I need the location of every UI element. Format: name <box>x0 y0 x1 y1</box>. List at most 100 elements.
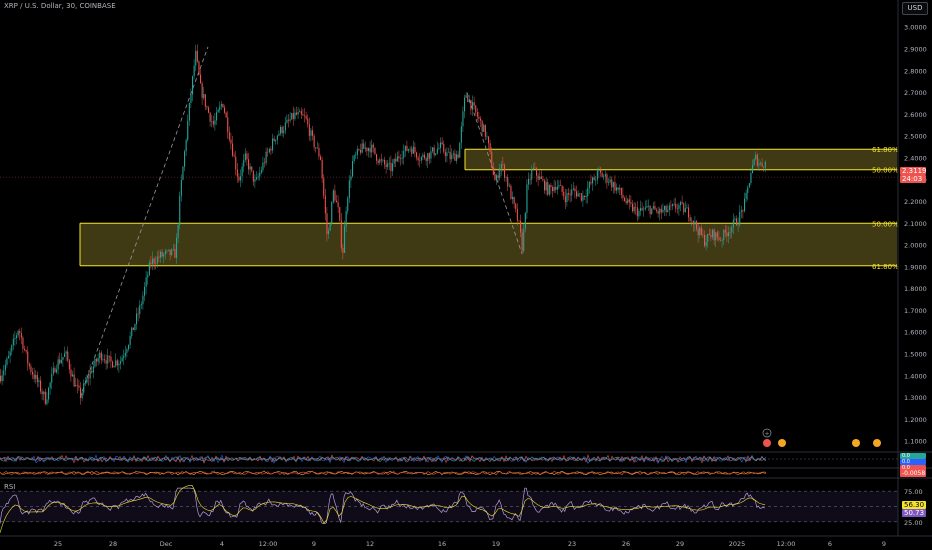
candle-326-body <box>521 232 523 252</box>
candle-195-body <box>312 130 314 136</box>
candle-225-body <box>360 150 362 153</box>
candle-220-body <box>352 161 354 177</box>
candle-328-body <box>524 212 526 230</box>
candle-113-body <box>180 179 182 196</box>
candle-330-body <box>528 178 530 185</box>
candle-47-body <box>75 384 77 387</box>
candle-138-body <box>220 104 222 107</box>
candle-150-body <box>240 176 242 181</box>
candle-215-body <box>344 226 346 253</box>
candle-10-body <box>16 335 18 338</box>
candle-114 <box>182 165 184 181</box>
fib-zone-0-top-label: 50.00% <box>872 220 899 228</box>
candle-214-body <box>342 247 344 253</box>
candle-91-body <box>145 277 147 287</box>
candle-473-body <box>756 154 758 166</box>
candle-288-body <box>460 126 462 143</box>
candle-190-body <box>304 115 306 117</box>
currency-button[interactable]: USD <box>902 2 928 15</box>
candle-373-body <box>596 170 598 180</box>
candle-42-body <box>67 351 69 361</box>
candle-232-body <box>371 144 373 153</box>
candle-59-body <box>94 358 96 367</box>
candle-431-body <box>689 217 691 221</box>
candle-443-body <box>708 233 710 235</box>
candle-400-body <box>640 208 642 212</box>
candle-153-body <box>244 153 246 161</box>
candle-321-body <box>513 196 515 204</box>
candle-3-body <box>4 364 6 371</box>
candle-56-body <box>89 370 91 379</box>
candle-257-body <box>411 148 413 154</box>
candle-196-body <box>313 135 315 148</box>
candle-197-body <box>315 147 317 149</box>
candle-173-body <box>276 135 278 140</box>
candle-356-body <box>569 194 571 196</box>
candle-194-body <box>310 130 312 136</box>
candle-158-body <box>252 170 254 182</box>
fib-zone-0 <box>80 223 897 266</box>
candle-119-body <box>190 94 192 103</box>
osc2-value: -0.0058 <box>900 470 926 477</box>
candle-389-body <box>622 194 624 198</box>
candle-93-body <box>148 262 150 276</box>
candle-334-body <box>534 167 536 169</box>
candle-245-body <box>392 163 394 172</box>
candle-45-body <box>72 374 74 377</box>
price-chart[interactable]: 50.00%61.80%61.80%50.00% 75.0050.0025.00… <box>0 0 932 550</box>
candle-345-body <box>552 187 554 192</box>
candle-317-body <box>507 177 509 187</box>
candle-160-body <box>256 177 258 180</box>
candle-326 <box>521 228 523 255</box>
candle-426-body <box>681 202 683 204</box>
candle-353-body <box>564 196 566 203</box>
candle-84-body <box>134 324 136 331</box>
candle-314-body <box>502 164 504 166</box>
candle-294-body <box>470 100 472 110</box>
candle-434-body <box>694 221 696 225</box>
candle-207-body <box>331 201 333 224</box>
candle-468-body <box>748 183 750 188</box>
candle-414-body <box>662 209 664 213</box>
candle-383-body <box>612 182 614 188</box>
candle-320-body <box>512 196 514 200</box>
candle-407-body <box>651 208 653 214</box>
price-tick-17: 1.3000 <box>904 394 927 402</box>
candle-189-body <box>302 114 304 116</box>
candle-319-body <box>510 185 512 200</box>
candle-260-body <box>416 152 418 158</box>
candle-27-body <box>43 391 45 395</box>
candle-270-body <box>432 147 434 152</box>
price-tick-9: 2.1000 <box>904 220 927 228</box>
symbol-title[interactable]: XRP / U.S. Dollar, 30, COINBASE <box>4 2 116 10</box>
candle-134-body <box>214 120 216 125</box>
candle-355-body <box>568 193 570 195</box>
candle-207 <box>331 201 333 226</box>
candle-148-body <box>236 169 238 177</box>
candle-202-body <box>323 178 325 196</box>
candle-208 <box>332 188 334 205</box>
rsi-value2-label: 50.73 <box>902 509 926 517</box>
time-tick-1: 28 <box>109 540 117 548</box>
candle-427-body <box>683 203 685 213</box>
candle-255-body <box>408 149 410 151</box>
rsi-title: RSI <box>4 483 16 491</box>
candle-183-body <box>292 113 294 119</box>
candle-451-body <box>721 240 723 241</box>
time-tick-13: 12:00 <box>777 540 796 548</box>
candle-378-body <box>604 174 606 177</box>
current-price-label: 2.3119 <box>900 167 927 175</box>
candle-169-body <box>270 148 272 151</box>
candle-168-body <box>268 148 270 153</box>
candle-381-body <box>609 179 611 183</box>
price-tick-18: 1.2000 <box>904 416 927 424</box>
candle-212-body <box>339 207 341 221</box>
candle-216-body <box>345 211 347 227</box>
candle-163-body <box>260 170 262 173</box>
candle-83 <box>132 327 134 331</box>
candle-234 <box>374 147 376 156</box>
candle-411-body <box>657 210 659 214</box>
candle-459-body <box>734 218 736 220</box>
candle-184-body <box>294 112 296 119</box>
time-tick-3: 4 <box>220 540 224 548</box>
